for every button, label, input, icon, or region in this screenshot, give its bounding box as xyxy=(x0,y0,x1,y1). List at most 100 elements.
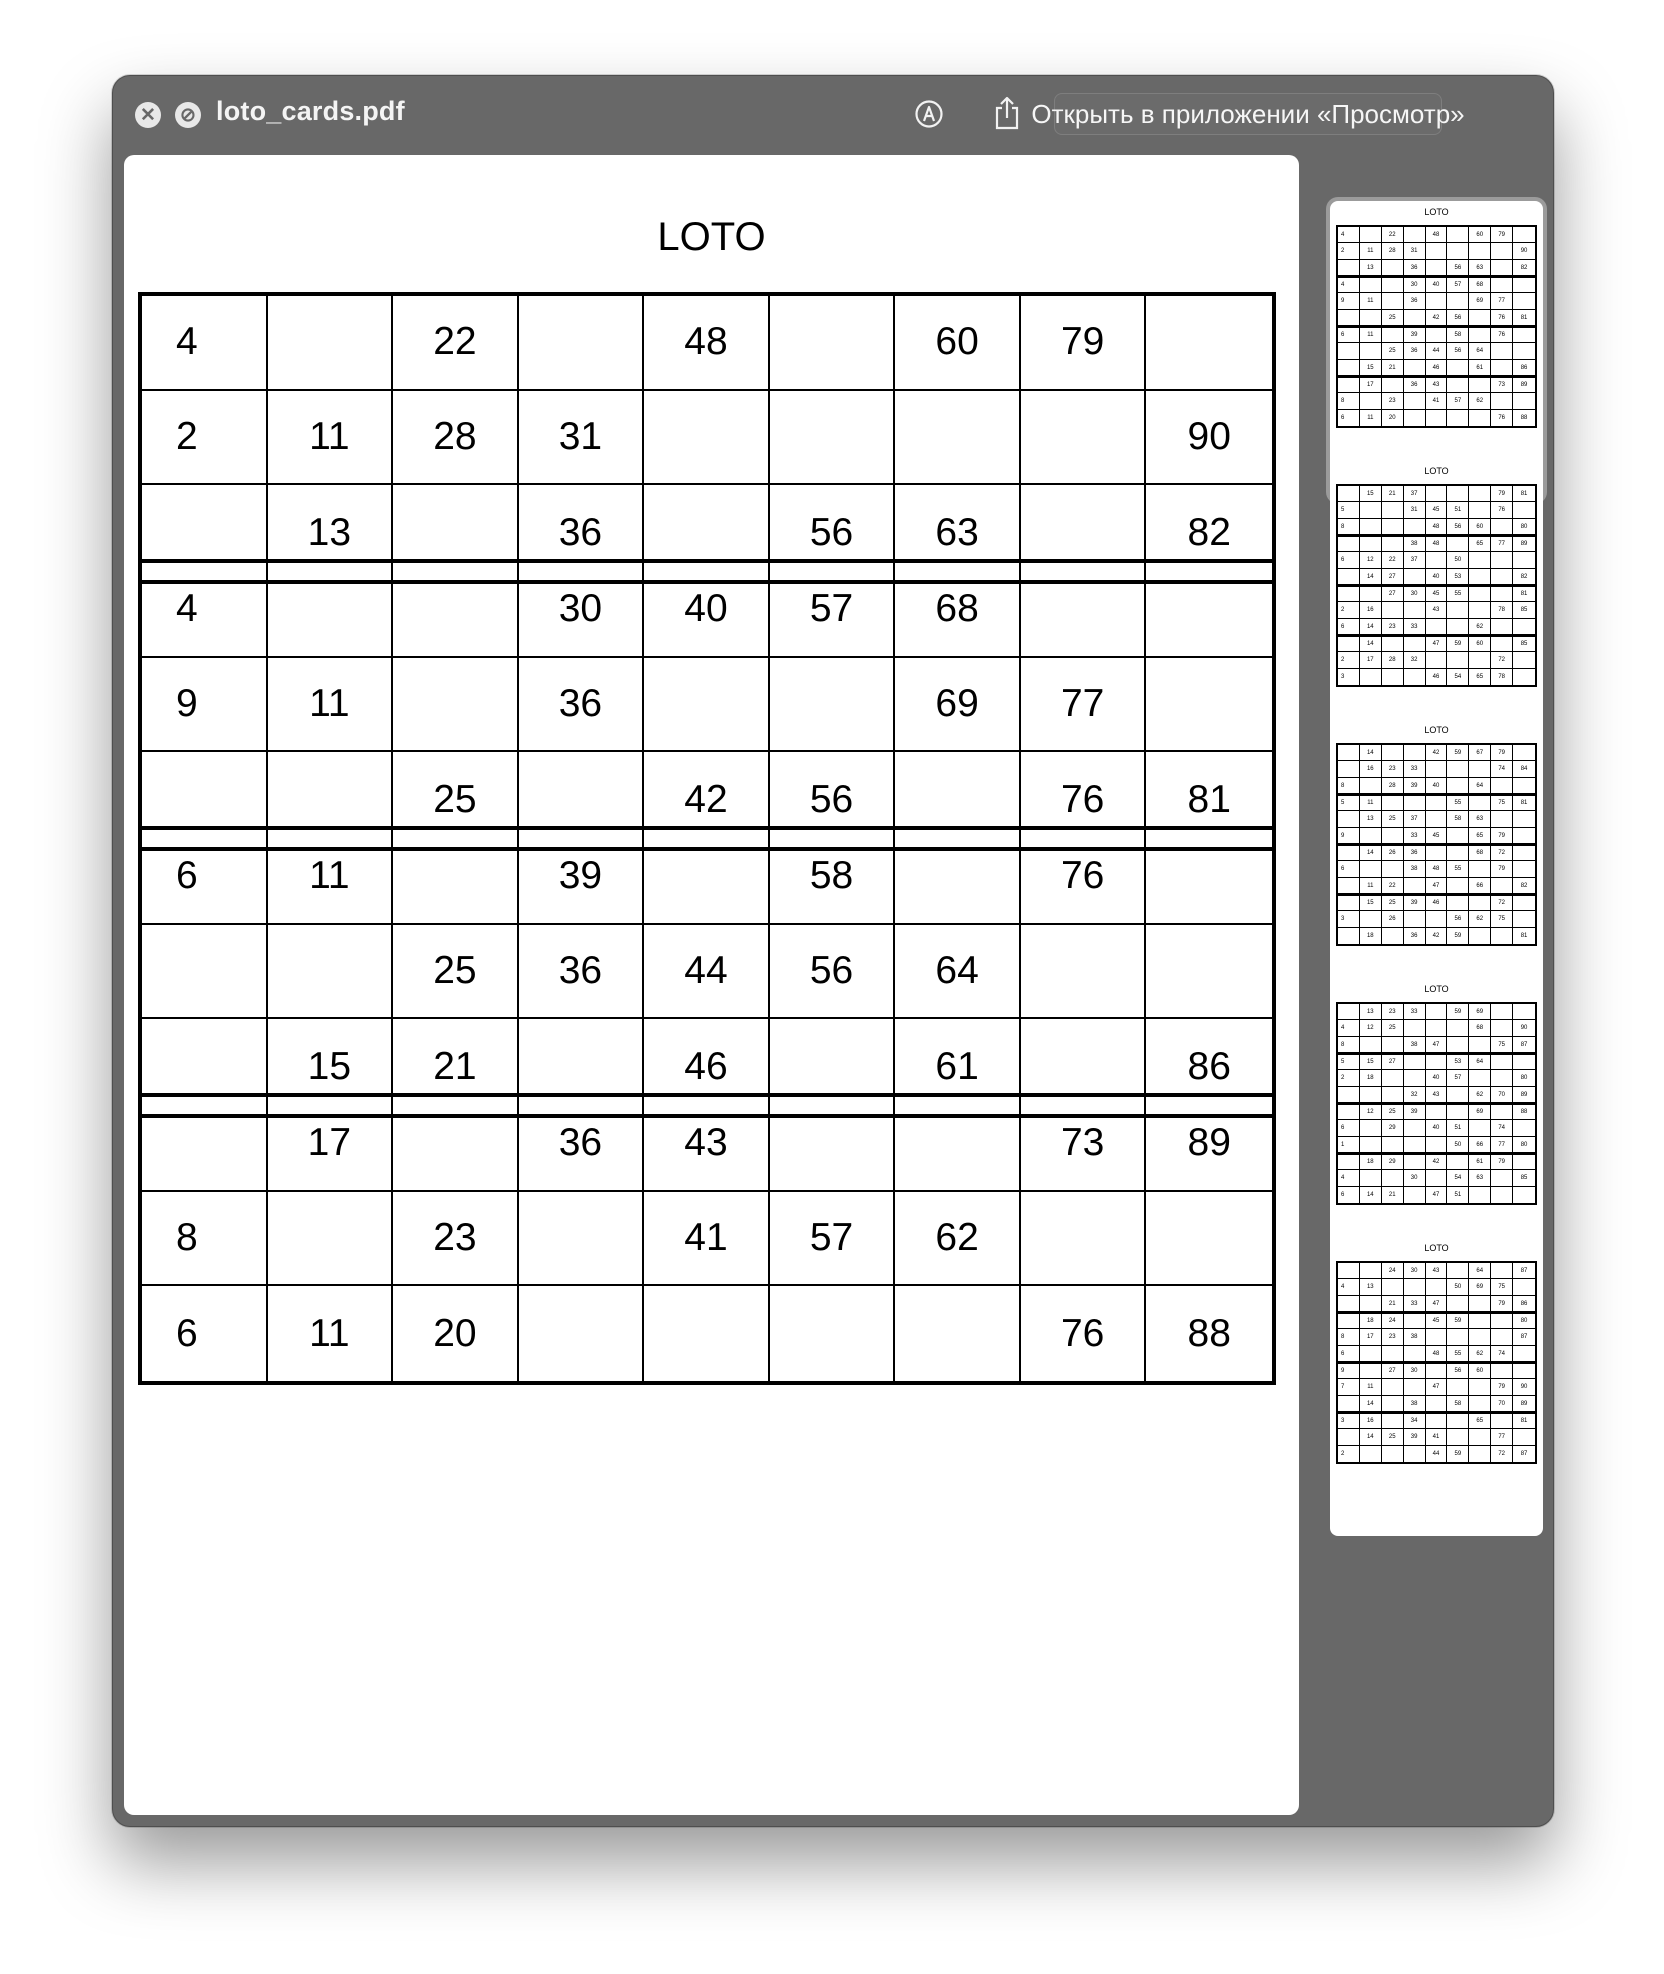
thumbnail-cell xyxy=(1338,1154,1360,1171)
card-cell xyxy=(1146,925,1272,1020)
card-cell: 44 xyxy=(644,924,770,1020)
thumbnail-card: 6 11 39 58 76 25 36 44 56 64 15 21 46 61 86 xyxy=(1336,325,1537,378)
thumbnail-cell: 11 xyxy=(1359,795,1382,812)
thumbnail-cell: 81 xyxy=(1513,486,1535,503)
thumbnail-cell: 13 xyxy=(1359,1004,1382,1021)
thumbnail-cell: 39 xyxy=(1404,777,1426,794)
thumbnail-cell: 6 xyxy=(1338,861,1360,878)
thumbnail-cell: 8 xyxy=(1338,1036,1360,1053)
thumbnail-cell: 25 xyxy=(1381,1104,1404,1121)
thumbnail-cell: 30 xyxy=(1403,1363,1426,1380)
thumbnail-cell xyxy=(1513,619,1535,635)
card-cell: 40 xyxy=(644,563,770,658)
thumbnail-cell: 2 xyxy=(1338,652,1360,669)
thumbnail-cell xyxy=(1513,911,1535,928)
page-thumbnail[interactable]: LOTO 15 21 37 79 81 5 31 45 51 76 8 48 56 60 80 38 48 65 77… xyxy=(1330,460,1543,759)
card-cell xyxy=(1020,563,1147,658)
thumbnail-cell: 36 xyxy=(1403,343,1426,360)
thumbnail-cell xyxy=(1359,343,1382,360)
card-cell xyxy=(769,657,896,753)
thumbnail-cell: 47 xyxy=(1426,1295,1448,1312)
thumbnail-cell xyxy=(1469,502,1492,519)
card-cell xyxy=(518,1191,645,1287)
thumbnail-cell: 77 xyxy=(1491,1136,1514,1153)
thumbnail-cell: 87 xyxy=(1513,1263,1535,1280)
thumbnail-cell: 20 xyxy=(1382,409,1404,426)
card-cell xyxy=(142,1097,268,1192)
thumbnail-cell: 3 xyxy=(1338,911,1360,928)
page-thumbnail[interactable]: LOTO 24 30 43 64 87 4 13 50 69 75 21 33 47 79 86 18 24 45 5… xyxy=(1330,1237,1543,1536)
thumbnail-cell: 55 xyxy=(1447,586,1470,603)
thumbnail-cell xyxy=(1469,1295,1492,1312)
page-thumbnail[interactable]: LOTO 14 42 59 67 79 16 23 33 74 84 8 28 39 40 64 5 11 55 75… xyxy=(1330,719,1543,1018)
thumbnail-cell xyxy=(1513,277,1535,294)
thumbnail-cell: 37 xyxy=(1403,486,1426,503)
thumbnail-cell xyxy=(1491,877,1514,894)
thumbnail-cell: 54 xyxy=(1447,668,1470,685)
open-in-preview-button[interactable]: Открыть в приложении «Просмотр» xyxy=(1031,93,1465,135)
card-cell: 43 xyxy=(644,1097,770,1192)
thumbnail-cell: 8 xyxy=(1338,1329,1360,1346)
thumbnail-cell xyxy=(1513,327,1535,344)
thumbnail-cell: 47 xyxy=(1425,1379,1448,1396)
thumbnail-cell xyxy=(1381,1170,1404,1187)
thumbnail-cell xyxy=(1359,277,1382,294)
thumbnail-cell xyxy=(1338,1004,1360,1021)
thumbnail-cell xyxy=(1403,795,1426,812)
thumbnail-cell: 27 xyxy=(1381,1363,1404,1380)
thumbnail-cell: 55 xyxy=(1447,795,1470,812)
thumbnail-cell: 48 xyxy=(1425,536,1448,553)
card-cell xyxy=(393,657,519,753)
thumbnail-card: 38 48 65 77 89 6 12 22 37 50 14 27 40 53 82 xyxy=(1336,534,1537,587)
card-cell: 2 xyxy=(142,390,268,486)
thumbnail-cell: 2 xyxy=(1338,1445,1360,1462)
thumbnail-cell: 73 xyxy=(1491,377,1514,394)
share-icon[interactable] xyxy=(991,94,1023,132)
card-cell: 62 xyxy=(895,1191,1021,1287)
thumbnail-cell xyxy=(1469,243,1492,260)
card-cell: 73 xyxy=(1020,1097,1147,1192)
thumbnail-cell: 11 xyxy=(1359,243,1382,260)
page-thumbnail[interactable]: LOTO 13 23 33 59 69 4 12 25 68 90 8 38 47 75 87 5 15 27 53 6… xyxy=(1330,978,1543,1277)
thumbnail-cell: 1 xyxy=(1338,1136,1360,1153)
title-bar: ✕ ⊘ loto_cards.pdf Открыть в приложении … xyxy=(113,76,1553,151)
thumbnail-cell: 8 xyxy=(1338,777,1360,794)
thumbnail-cell: 75 xyxy=(1491,1036,1514,1053)
page-thumbnail[interactable]: LOTO 4 22 48 60 79 2 11 28 31 90 13 36 56 63 82 4 30 40 57 6… xyxy=(1330,201,1543,500)
thumbnail-cell: 21 xyxy=(1381,486,1404,503)
thumbnail-cell: 33 xyxy=(1403,1004,1426,1021)
close-icon[interactable]: ✕ xyxy=(135,102,161,128)
thumbnail-cell xyxy=(1425,1329,1448,1346)
card-cell: 89 xyxy=(1146,1097,1272,1192)
card-cell xyxy=(895,1097,1021,1192)
thumbnail-cell xyxy=(1338,1429,1360,1446)
thumbnail-cell: 32 xyxy=(1403,652,1426,669)
thumbnail-cell xyxy=(1338,568,1360,585)
thumbnail-cell: 27 xyxy=(1381,586,1404,603)
thumbnail-cell xyxy=(1381,1413,1404,1430)
thumbnail-cell xyxy=(1359,586,1382,603)
thumbnail-cell: 53 xyxy=(1447,1054,1470,1071)
thumbnail-cell: 70 xyxy=(1491,1086,1514,1103)
thumbnail-cell: 12 xyxy=(1359,552,1382,569)
thumbnail-card: 14 26 36 68 72 6 38 48 55 79 11 22 47 66 82 xyxy=(1336,843,1537,896)
markup-icon[interactable] xyxy=(913,98,945,130)
thumbnail-cell: 26 xyxy=(1381,911,1404,928)
thumbnail-cell xyxy=(1491,1054,1514,1071)
thumbnail-cell: 51 xyxy=(1447,1120,1470,1137)
thumbnail-cell: 50 xyxy=(1447,1136,1470,1153)
card-cell xyxy=(644,657,770,753)
thumbnail-cell xyxy=(1425,911,1448,928)
block-icon[interactable]: ⊘ xyxy=(175,102,201,128)
thumbnail-cell: 46 xyxy=(1426,359,1448,376)
thumbnail-cell: 14 xyxy=(1359,745,1382,762)
thumbnail-cell xyxy=(1491,1413,1514,1430)
thumbnail-cell: 9 xyxy=(1338,1363,1360,1380)
thumbnail-cell: 13 xyxy=(1359,1279,1382,1296)
thumbnail-cell xyxy=(1513,811,1535,828)
thumbnail-cell xyxy=(1338,259,1360,276)
thumbnail-cell xyxy=(1338,877,1360,894)
thumbnail-cell xyxy=(1404,1186,1426,1203)
thumbnail-cell xyxy=(1447,1104,1470,1121)
thumbnail-cell xyxy=(1426,1136,1448,1153)
